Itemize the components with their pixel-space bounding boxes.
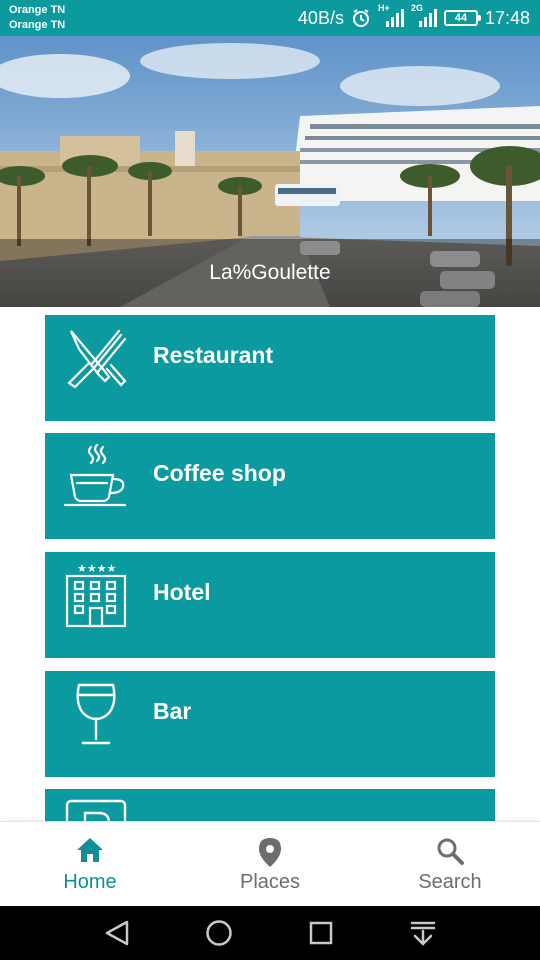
carrier-1: Orange TN: [9, 4, 66, 16]
nav-home[interactable]: Home: [0, 822, 180, 907]
carrier-info: Orange TN Orange TN: [9, 3, 65, 33]
nav-places-label: Places: [239, 871, 301, 893]
category-label: Bar: [153, 698, 192, 724]
nav-search-label: Search: [418, 871, 482, 893]
home-icon: [77, 838, 103, 862]
search-icon: [437, 838, 464, 865]
category-card-bar[interactable]: Bar: [45, 671, 495, 777]
nav-places[interactable]: Places: [180, 822, 360, 907]
battery-level: 44: [454, 12, 468, 24]
hero-banner[interactable]: La%Goulette: [0, 36, 540, 307]
carrier-2: Orange TN: [9, 19, 66, 31]
category-label: Restaurant: [153, 342, 274, 368]
back-icon[interactable]: [103, 919, 131, 947]
bottom-navigation: Home Places Search: [0, 821, 540, 906]
battery-icon: 44: [443, 10, 481, 26]
category-label: Hotel: [153, 579, 211, 605]
signal-icon: H+: [378, 3, 404, 29]
category-list[interactable]: Restaurant Coffee shop ★★★★ Hotel Bar: [0, 307, 540, 821]
category-card-restaurant[interactable]: Restaurant: [45, 315, 495, 421]
category-label: Coffee shop: [153, 460, 286, 486]
location-pin-icon: [259, 838, 281, 867]
wine-glass-icon: [63, 681, 129, 747]
system-nav-bar: [0, 906, 540, 960]
network-type-2: 2G: [410, 3, 423, 13]
signal-icon: 2G: [411, 3, 437, 29]
net-speed: 40B/s: [297, 7, 344, 28]
hotel-icon: ★★★★: [63, 562, 129, 628]
network-type-1: H+: [377, 3, 390, 13]
notification-pull-icon[interactable]: [409, 919, 437, 947]
home-button-icon[interactable]: [205, 919, 233, 947]
hero-title: La%Goulette: [209, 261, 331, 284]
recents-icon[interactable]: [307, 919, 335, 947]
parking-icon: [63, 799, 129, 821]
fork-knife-icon: [63, 325, 129, 391]
coffee-cup-icon: [63, 443, 129, 509]
nav-home-label: Home: [63, 871, 117, 893]
category-card-parking[interactable]: [45, 789, 495, 821]
category-card-hotel[interactable]: ★★★★ Hotel: [45, 552, 495, 658]
svg-text:★★★★: ★★★★: [77, 562, 117, 575]
status-bar: Orange TN Orange TN 40B/s H+ 2G 44 17:48: [0, 0, 540, 36]
alarm-icon: [351, 8, 371, 28]
category-card-coffee-shop[interactable]: Coffee shop: [45, 433, 495, 539]
status-indicators: 40B/s H+ 2G 44 17:48: [297, 3, 530, 30]
nav-search[interactable]: Search: [360, 822, 540, 907]
clock: 17:48: [484, 7, 530, 28]
